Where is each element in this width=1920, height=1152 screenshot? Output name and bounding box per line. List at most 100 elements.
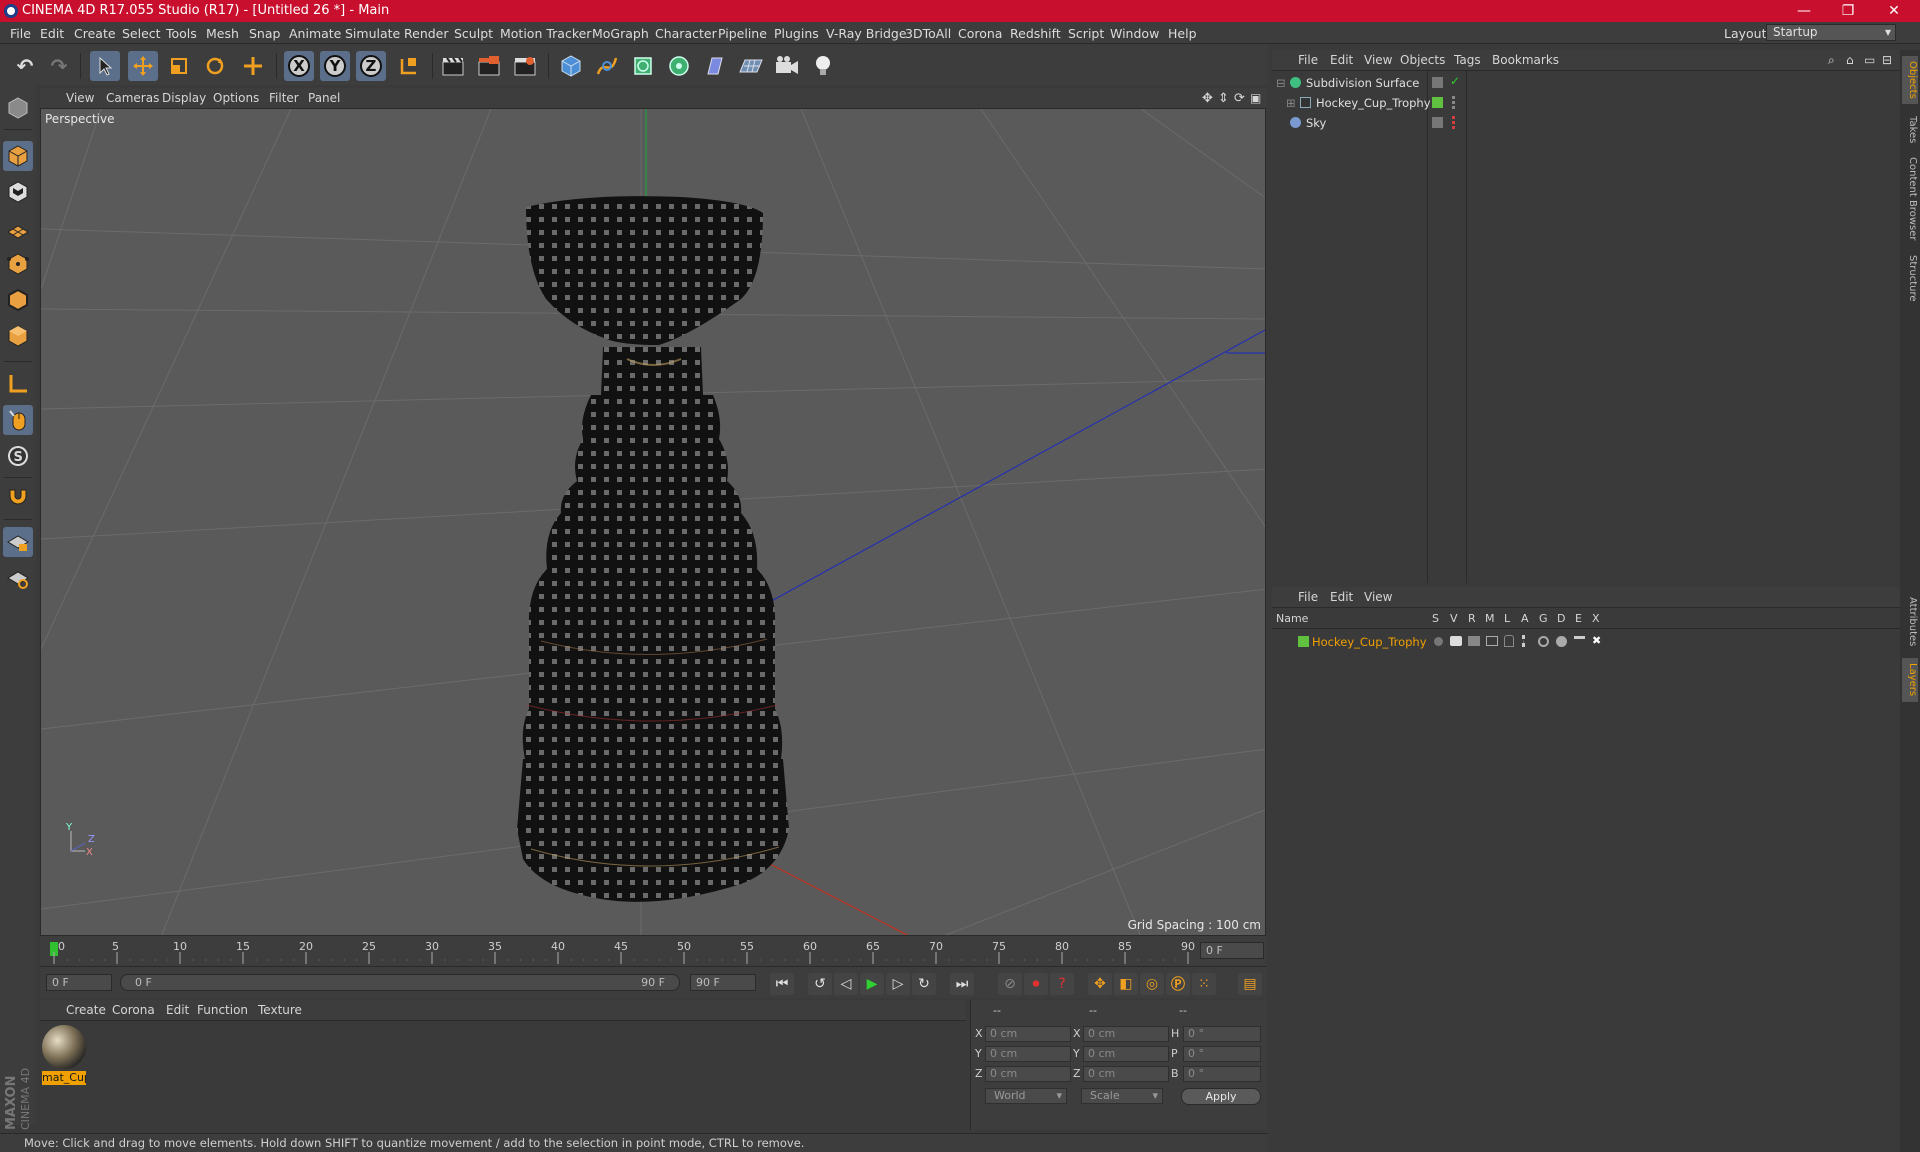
menu-file[interactable]: File <box>10 26 31 41</box>
menu-redshift[interactable]: Redshift <box>1010 26 1061 41</box>
tab-takes[interactable]: Takes <box>1902 110 1918 150</box>
objects-menu-view[interactable]: View <box>1364 53 1392 67</box>
add-subdivision-button[interactable] <box>628 51 658 81</box>
timeline-window-button[interactable]: ▤ <box>1238 973 1262 995</box>
previous-frame-button[interactable]: ◁ <box>834 973 858 995</box>
magnet-button[interactable] <box>3 483 33 513</box>
rot-p-field[interactable]: 0 ° <box>1183 1046 1261 1062</box>
render-view-button[interactable] <box>438 51 468 81</box>
enabled-check-icon[interactable]: ✓ <box>1450 74 1460 88</box>
pos-z-field[interactable]: 0 cm <box>985 1066 1071 1082</box>
z-axis-lock-button[interactable]: Z <box>356 51 386 81</box>
rotate-tool-button[interactable] <box>200 51 230 81</box>
add-floor-button[interactable] <box>736 51 766 81</box>
size-y-field[interactable]: 0 cm <box>1083 1046 1169 1062</box>
add-camera-button[interactable] <box>772 51 802 81</box>
new-view-icon[interactable]: ▭ <box>1864 53 1875 67</box>
viewport-dolly-icon[interactable]: ⇕ <box>1218 91 1229 106</box>
rot-h-field[interactable]: 0 ° <box>1183 1026 1261 1042</box>
hockey-cup-trophy-model[interactable] <box>517 196 789 902</box>
menu-sculpt[interactable]: Sculpt <box>454 26 493 41</box>
objects-menu-tags[interactable]: Tags <box>1454 53 1481 67</box>
end-frame-field[interactable]: 90 F <box>690 974 756 991</box>
menu-edit[interactable]: Edit <box>40 26 64 41</box>
material-name-label[interactable]: mat_Cup <box>42 1071 86 1085</box>
layer-row[interactable]: Hockey_Cup_Trophy ✖ <box>1272 632 1900 652</box>
size-x-field[interactable]: 0 cm <box>1083 1026 1169 1042</box>
material-menu-create[interactable]: Create <box>66 1003 106 1017</box>
menu-3dtoall[interactable]: 3DToAll <box>905 26 951 41</box>
menu-character[interactable]: Character <box>655 26 717 41</box>
lock-icon[interactable] <box>1504 635 1514 647</box>
visibility-dots-icon[interactable] <box>1452 96 1456 109</box>
pos-x-field[interactable]: 0 cm <box>985 1026 1071 1042</box>
tweak-mode-button[interactable] <box>3 405 33 435</box>
expand-icon[interactable]: ⊞ <box>1286 96 1296 110</box>
material-menu-edit[interactable]: Edit <box>166 1003 189 1017</box>
snap-button[interactable]: S <box>3 441 33 471</box>
menu-simulate[interactable]: Simulate <box>345 26 400 41</box>
viewport-menu-view[interactable]: View <box>66 91 94 105</box>
lock-view-icon[interactable]: ⊟ <box>1882 53 1892 67</box>
viewport-menu-display[interactable]: Display <box>162 91 206 105</box>
menu-mesh[interactable]: Mesh <box>206 26 239 41</box>
viewport-rotate-icon[interactable]: ⟳ <box>1234 91 1245 106</box>
next-key-button[interactable]: ↻ <box>912 973 936 995</box>
previous-key-button[interactable]: ↺ <box>808 973 832 995</box>
viewport-menu-panel[interactable]: Panel <box>308 91 340 105</box>
viewport-maximize-icon[interactable]: ▣ <box>1250 91 1261 105</box>
make-editable-button[interactable] <box>3 93 33 123</box>
size-z-field[interactable]: 0 cm <box>1083 1066 1169 1082</box>
menu-motion-tracker[interactable]: Motion Tracker <box>500 26 591 41</box>
add-cube-button[interactable] <box>556 51 586 81</box>
menu-render[interactable]: Render <box>404 26 449 41</box>
tab-content-browser[interactable]: Content Browser <box>1902 154 1918 244</box>
locked-workplane-button[interactable] <box>3 527 33 557</box>
planar-workplane-button[interactable] <box>3 563 33 593</box>
layers-menu-view[interactable]: View <box>1364 590 1392 604</box>
pos-y-field[interactable]: 0 cm <box>985 1046 1071 1062</box>
animation-icon[interactable] <box>1522 635 1525 647</box>
key-rotation-button[interactable]: ◎ <box>1140 973 1164 995</box>
home-icon[interactable]: ⌂ <box>1846 53 1854 67</box>
recent-tools-button[interactable] <box>238 51 268 81</box>
menu-tools[interactable]: Tools <box>166 26 197 41</box>
record-keys-button[interactable]: ⊘ <box>998 973 1022 995</box>
layers-menu-file[interactable]: File <box>1298 590 1318 604</box>
menu-plugins[interactable]: Plugins <box>774 26 819 41</box>
key-position-button[interactable]: ✥ <box>1088 973 1112 995</box>
layer-color-swatch[interactable] <box>1298 636 1309 647</box>
render-icon[interactable] <box>1468 636 1480 646</box>
go-to-start-button[interactable]: ⏮ <box>770 973 794 995</box>
layer-name[interactable]: Hockey_Cup_Trophy <box>1312 635 1427 649</box>
coordinate-system-button[interactable] <box>394 51 424 81</box>
undo-button[interactable]: ↶ <box>10 51 40 81</box>
material-menu-function[interactable]: Function <box>197 1003 248 1017</box>
object-name[interactable]: Subdivision Surface <box>1306 76 1419 90</box>
coordinate-mode-select[interactable]: World ▾ <box>985 1088 1067 1104</box>
viewport-menu-cameras[interactable]: Cameras <box>106 91 159 105</box>
minimize-button[interactable]: — <box>1782 0 1826 22</box>
render-to-picture-viewer-button[interactable] <box>474 51 504 81</box>
menu-window[interactable]: Window <box>1110 26 1159 41</box>
tab-layers[interactable]: Layers <box>1902 658 1918 702</box>
render-settings-button[interactable] <box>510 51 540 81</box>
rot-b-field[interactable]: 0 ° <box>1183 1066 1261 1082</box>
polygons-mode-button[interactable] <box>3 321 33 351</box>
manager-icon[interactable] <box>1486 636 1498 646</box>
expression-icon[interactable] <box>1574 636 1585 644</box>
maximize-button[interactable]: ❐ <box>1826 0 1870 22</box>
texture-mode-button[interactable] <box>3 177 33 207</box>
eye-icon[interactable] <box>1450 636 1462 646</box>
current-frame-field[interactable]: 0 F <box>1200 942 1264 959</box>
deformer-icon[interactable] <box>1556 636 1567 647</box>
frame-range-slider[interactable]: 0 F 90 F <box>120 974 680 991</box>
menu-create[interactable]: Create <box>74 26 116 41</box>
layout-select[interactable]: Startup ▾ <box>1766 24 1896 41</box>
points-mode-button[interactable] <box>3 249 33 279</box>
menu-vray-bridge[interactable]: V-Ray Bridge <box>826 26 907 41</box>
xref-icon[interactable]: ✖ <box>1592 634 1601 647</box>
keyframe-selection-button[interactable]: ? <box>1050 973 1074 995</box>
object-row[interactable]: ⊞ Hockey_Cup_Trophy <box>1272 93 1900 113</box>
objects-menu-file[interactable]: File <box>1298 53 1318 67</box>
